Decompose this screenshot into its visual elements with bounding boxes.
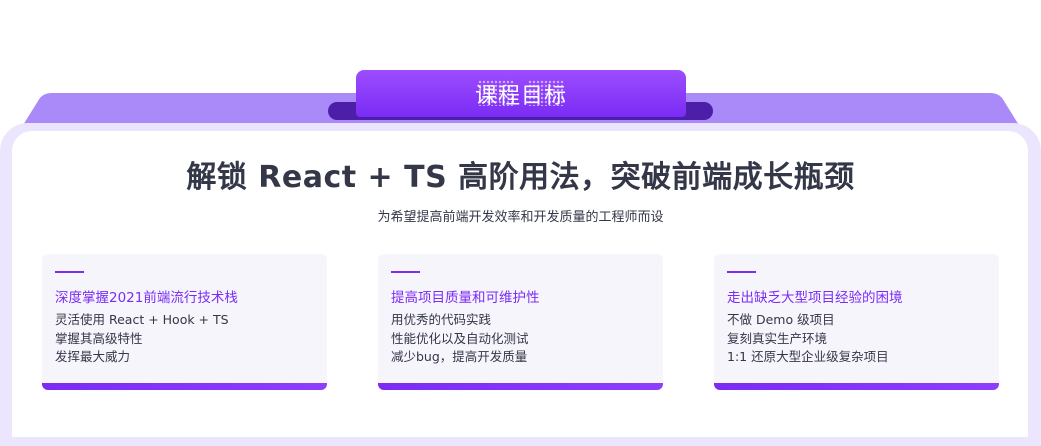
feature-line: 掌握其高级特性 <box>55 330 143 346</box>
accent-line <box>391 271 420 273</box>
feature-list: 用优秀的代码实践 性能优化以及自动化测试 减少bug，提高开发质量 <box>391 311 529 367</box>
section-tab: 课程目标 <box>356 70 686 117</box>
accent-line <box>55 271 84 273</box>
card-bottom-bar <box>714 383 999 390</box>
feature-line: 用优秀的代码实践 <box>391 312 492 327</box>
card-bottom-bar <box>378 383 663 390</box>
main-headline: 解锁 React + TS 高阶用法，突破前端成长瓶颈 <box>186 160 855 195</box>
feature-line: 不做 Demo 级项目 <box>727 312 835 327</box>
feature-line: 性能优化以及自动化测试 <box>391 330 529 346</box>
feature-list: 灵活使用 React + Hook + TS 掌握其高级特性 发挥最大威力 <box>55 311 229 367</box>
sub-headline: 为希望提高前端开发效率和开发质量的工程师而设 <box>377 210 664 225</box>
feature-line: 灵活使用 React + Hook + TS <box>55 312 229 327</box>
feature-card-experience: 走出缺乏大型项目经验的困境 不做 Demo 级项目 复刻真实生产环境 1:1 还… <box>714 254 999 390</box>
card-bottom-bar <box>42 383 327 390</box>
feature-line: 复刻真实生产环境 <box>727 330 828 346</box>
course-goals-section: 课程目标 解锁 React + TS 高阶用法，突破前端成长瓶颈 为希望提高前端… <box>0 0 1041 446</box>
section-title: 课程目标 <box>474 83 567 109</box>
feature-line: 减少bug，提高开发质量 <box>391 349 528 364</box>
feature-card-quality: 提高项目质量和可维护性 用优秀的代码实践 性能优化以及自动化测试 减少bug，提… <box>378 254 663 390</box>
feature-title: 深度掌握2021前端流行技术栈 <box>55 290 238 306</box>
feature-title: 走出缺乏大型项目经验的困境 <box>727 290 903 306</box>
feature-list: 不做 Demo 级项目 复刻真实生产环境 1:1 还原大型企业级复杂项目 <box>727 311 889 367</box>
feature-line: 1:1 还原大型企业级复杂项目 <box>727 349 889 364</box>
accent-line <box>727 271 756 273</box>
feature-line: 发挥最大威力 <box>55 349 131 364</box>
feature-card-tech-stack: 深度掌握2021前端流行技术栈 灵活使用 React + Hook + TS 掌… <box>42 254 327 390</box>
feature-title: 提高项目质量和可维护性 <box>391 290 540 306</box>
